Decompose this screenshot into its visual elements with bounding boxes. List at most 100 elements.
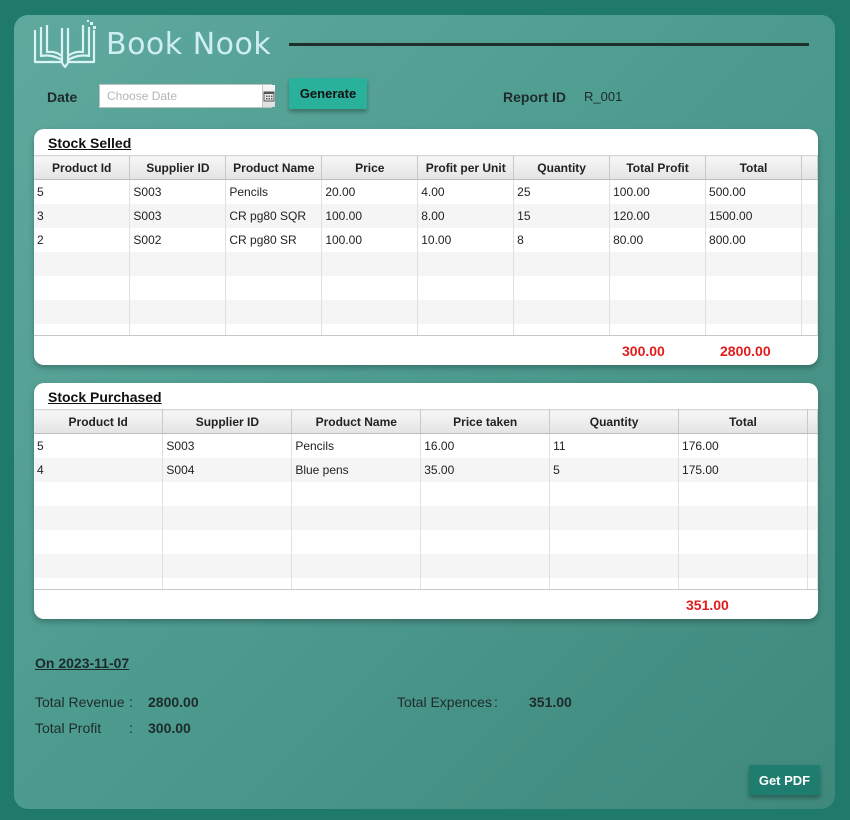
column-header[interactable]: Total: [678, 409, 808, 434]
get-pdf-button[interactable]: Get PDF: [749, 765, 820, 795]
table-row[interactable]: 4 S004 Blue pens 35.00 5 175.00: [34, 457, 818, 482]
table-cell: [705, 275, 802, 300]
column-header[interactable]: Total Profit: [609, 155, 707, 180]
table-cell: [420, 529, 551, 554]
table-cell: [420, 481, 551, 506]
total-profit-label: Total Profit: [35, 720, 102, 736]
generate-button[interactable]: Generate: [289, 78, 367, 109]
empty-table-row[interactable]: [34, 251, 818, 276]
table-cell: [291, 505, 422, 530]
table-cell: 35.00: [420, 457, 551, 482]
table-cell: [705, 299, 802, 324]
column-header[interactable]: Profit per Unit: [417, 155, 515, 180]
table-cell: Blue pens: [291, 457, 422, 482]
column-header[interactable]: Supplier ID: [129, 155, 227, 180]
empty-table-row[interactable]: [34, 505, 818, 530]
column-header[interactable]: Price: [321, 155, 419, 180]
table-row[interactable]: 5 S003 Pencils 16.00 11 176.00: [34, 433, 818, 458]
table-cell: [801, 227, 818, 252]
table-cell: [801, 203, 818, 228]
table-cell: [291, 577, 422, 589]
table-cell: [807, 433, 818, 458]
column-header[interactable]: Product Id: [34, 409, 164, 434]
column-header[interactable]: Price taken: [420, 409, 551, 434]
table-cell: 5: [34, 179, 131, 204]
empty-table-row[interactable]: [34, 275, 818, 300]
table-cell: [225, 275, 323, 300]
table-cell: [34, 577, 164, 589]
table-cell: 176.00: [678, 433, 808, 458]
table-cell: 25: [513, 179, 611, 204]
table-cell: 20.00: [321, 179, 419, 204]
stock-selled-table: Product Id Supplier ID Product Name Price Pr…: [34, 155, 818, 335]
table-cell: [801, 251, 818, 276]
table-cell: [34, 505, 164, 530]
table-cell: [420, 553, 551, 578]
empty-table-row[interactable]: [34, 577, 818, 589]
table-cell: [807, 505, 818, 530]
date-label: Date: [47, 89, 78, 105]
table-cell: [34, 323, 131, 335]
table-cell: [705, 323, 802, 335]
column-header-filler: [807, 409, 818, 434]
empty-table-row[interactable]: [34, 553, 818, 578]
date-picker[interactable]: [99, 84, 275, 108]
table-cell: [321, 251, 419, 276]
stock-selled-table-wrap[interactable]: Product Id Supplier ID Product Name Price Pr…: [34, 155, 818, 336]
table-cell: [420, 577, 551, 589]
column-header[interactable]: Product Name: [291, 409, 422, 434]
stock-purchased-panel: Stock Purchased Product Id Supplier ID Pro…: [34, 383, 818, 619]
table-cell: [34, 553, 164, 578]
calendar-button[interactable]: [262, 85, 275, 107]
empty-table-row[interactable]: [34, 299, 818, 324]
table-cell: [162, 505, 293, 530]
empty-table-row[interactable]: [34, 529, 818, 554]
stock-selled-title: Stock Selled: [48, 135, 132, 151]
table-cell: [321, 299, 419, 324]
column-header[interactable]: Product Id: [34, 155, 131, 180]
column-header[interactable]: Quantity: [513, 155, 611, 180]
table-cell: 100.00: [321, 227, 419, 252]
table-cell: 175.00: [678, 457, 808, 482]
column-header[interactable]: Total: [705, 155, 802, 180]
report-id-value: R_001: [584, 89, 623, 104]
table-cell: [129, 275, 227, 300]
table-cell: [34, 299, 131, 324]
column-header[interactable]: Quantity: [549, 409, 680, 434]
table-cell: 11: [549, 433, 680, 458]
table-cell: S002: [129, 227, 227, 252]
table-cell: 3: [34, 203, 131, 228]
table-cell: [513, 275, 611, 300]
column-header-filler: [801, 155, 818, 180]
table-row[interactable]: 5 S003 Pencils 20.00 4.00 25 100.00 500.00: [34, 179, 818, 204]
stock-purchased-title: Stock Purchased: [48, 389, 162, 405]
column-header[interactable]: Product Name: [225, 155, 323, 180]
table-row[interactable]: 3 S003 CR pg80 SQR 100.00 8.00 15 120.00 1500.0…: [34, 203, 818, 228]
table-cell: [417, 251, 515, 276]
stock-selled-header: Product Id Supplier ID Product Name Price Pr…: [34, 155, 818, 180]
table-row[interactable]: 2 S002 CR pg80 SR 100.00 10.00 8 80.00 800.00: [34, 227, 818, 252]
table-cell: 10.00: [417, 227, 515, 252]
stock-purchased-table: Product Id Supplier ID Product Name Price t…: [34, 409, 818, 589]
table-cell: [609, 251, 707, 276]
total-revenue-value: 2800.00: [148, 694, 199, 710]
column-header[interactable]: Supplier ID: [162, 409, 293, 434]
table-cell: [513, 251, 611, 276]
stock-purchased-table-wrap[interactable]: Product Id Supplier ID Product Name Price t…: [34, 409, 818, 590]
table-cell: [678, 481, 808, 506]
table-cell: Pencils: [225, 179, 323, 204]
table-cell: [34, 481, 164, 506]
table-cell: [807, 577, 818, 589]
table-cell: [807, 553, 818, 578]
empty-table-row[interactable]: [34, 481, 818, 506]
table-cell: [801, 179, 818, 204]
table-cell: [609, 299, 707, 324]
table-cell: [801, 275, 818, 300]
empty-table-row[interactable]: [34, 323, 818, 335]
open-book-icon: [33, 20, 96, 69]
total-profit-value: 300.00: [148, 720, 191, 736]
table-cell: S003: [129, 179, 227, 204]
table-cell: 800.00: [705, 227, 802, 252]
table-cell: [417, 275, 515, 300]
date-input[interactable]: [100, 85, 262, 107]
